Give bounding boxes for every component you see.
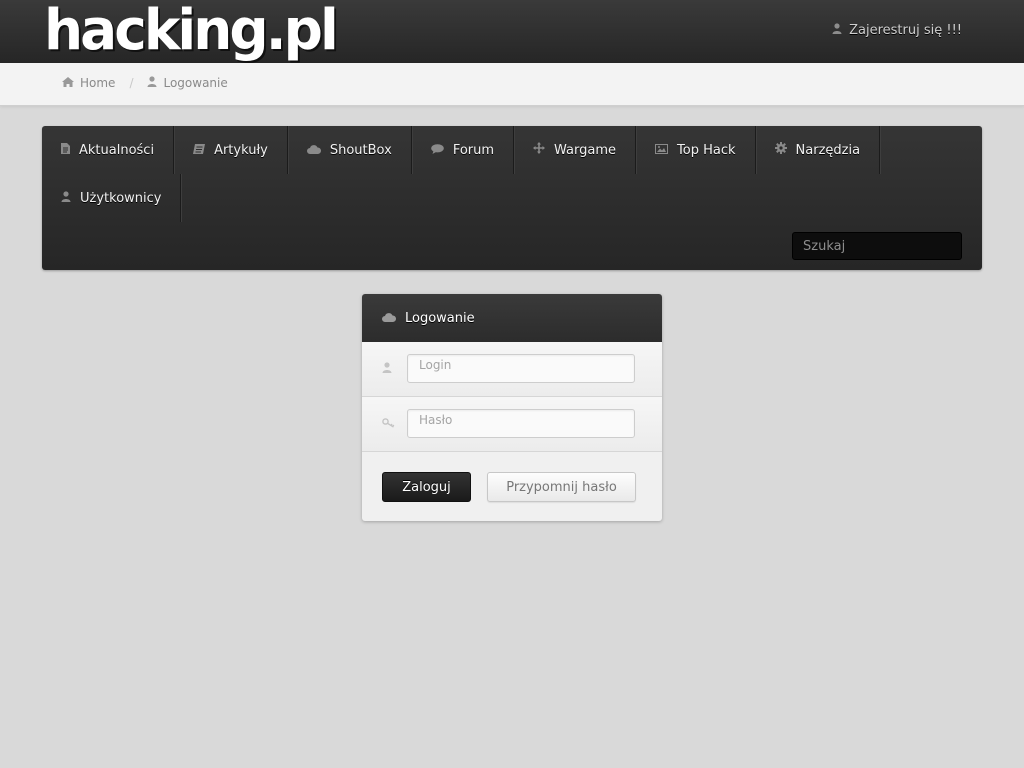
login-panel: Logowanie Zaloguj Przypomnij hasło <box>362 294 662 521</box>
login-row <box>362 342 662 397</box>
file-icon <box>61 142 70 158</box>
breadcrumb-separator: / <box>129 76 134 90</box>
breadcrumb-home[interactable]: Home <box>62 76 115 90</box>
nav-item-label: Aktualności <box>79 142 155 158</box>
nav-item-uzytkownicy[interactable]: Użytkownicy <box>42 174 182 222</box>
register-label: Zajerestruj się !!! <box>849 22 962 38</box>
key-icon <box>382 417 395 432</box>
login-actions: Zaloguj Przypomnij hasło <box>362 452 662 521</box>
move-icon <box>533 142 546 158</box>
site-logo[interactable]: hacking.pl <box>44 3 339 59</box>
breadcrumb-home-label: Home <box>80 76 116 90</box>
nav-item-label: Top Hack <box>677 142 736 158</box>
login-panel-title: Logowanie <box>405 310 475 326</box>
nav-item-label: Wargame <box>554 142 617 158</box>
top-bar: hacking.pl Zajerestruj się !!! <box>0 0 1024 63</box>
password-input[interactable] <box>407 409 635 438</box>
nav-item-shoutbox[interactable]: ShoutBox <box>288 126 412 174</box>
nav-item-forum[interactable]: Forum <box>412 126 515 174</box>
nav-item-aktualnosci[interactable]: Aktualności <box>42 126 175 174</box>
nav-item-label: Forum <box>452 142 495 158</box>
breadcrumb-current: Logowanie <box>147 76 228 90</box>
user-icon <box>832 22 842 38</box>
user-icon <box>61 190 71 206</box>
register-link[interactable]: Zajerestruj się !!! <box>832 21 962 39</box>
picture-icon <box>655 143 669 158</box>
login-button[interactable]: Zaloguj <box>382 472 471 502</box>
breadcrumb: Home / Logowanie <box>62 76 228 90</box>
cloud-icon <box>382 311 397 326</box>
home-icon <box>62 76 74 90</box>
remind-password-button[interactable]: Przypomnij hasło <box>487 472 636 502</box>
main-nav: Aktualności Artykuły ShoutBox Forum Warg… <box>42 126 982 270</box>
nav-item-top-hack[interactable]: Top Hack <box>636 126 756 174</box>
comment-icon <box>431 143 444 158</box>
login-panel-header: Logowanie <box>362 294 662 342</box>
book-icon <box>193 143 206 158</box>
nav-item-label: Narzędzia <box>795 142 861 158</box>
user-icon <box>147 76 157 90</box>
nav-item-wargame[interactable]: Wargame <box>514 126 637 174</box>
user-icon <box>382 362 392 377</box>
cloud-icon <box>306 143 321 158</box>
nav-item-narzedzia[interactable]: Narzędzia <box>756 126 881 174</box>
breadcrumb-current-label: Logowanie <box>163 76 228 90</box>
nav-item-label: Użytkownicy <box>80 190 162 206</box>
nav-item-label: ShoutBox <box>329 142 392 158</box>
login-input[interactable] <box>407 354 635 383</box>
password-row <box>362 397 662 452</box>
breadcrumb-bar: Home / Logowanie <box>0 63 1024 106</box>
search-input[interactable] <box>792 232 962 260</box>
nav-item-artykuly[interactable]: Artykuły <box>174 126 288 174</box>
cog-icon <box>774 142 787 158</box>
nav-item-label: Artykuły <box>214 142 268 158</box>
